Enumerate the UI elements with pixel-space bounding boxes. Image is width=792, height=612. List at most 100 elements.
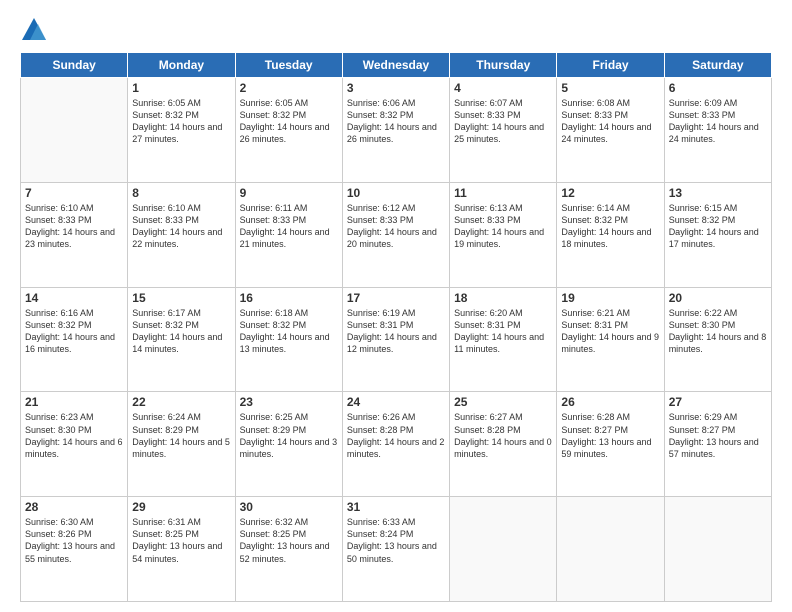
day-number: 16 <box>240 291 338 305</box>
calendar-cell: 31 Sunrise: 6:33 AMSunset: 8:24 PMDaylig… <box>342 497 449 602</box>
cell-content: Sunrise: 6:18 AMSunset: 8:32 PMDaylight:… <box>240 307 338 356</box>
calendar-cell: 20 Sunrise: 6:22 AMSunset: 8:30 PMDaylig… <box>664 287 771 392</box>
day-number: 27 <box>669 395 767 409</box>
calendar-cell: 28 Sunrise: 6:30 AMSunset: 8:26 PMDaylig… <box>21 497 128 602</box>
cell-content: Sunrise: 6:32 AMSunset: 8:25 PMDaylight:… <box>240 516 338 565</box>
cell-content: Sunrise: 6:07 AMSunset: 8:33 PMDaylight:… <box>454 97 552 146</box>
day-number: 31 <box>347 500 445 514</box>
calendar-cell: 27 Sunrise: 6:29 AMSunset: 8:27 PMDaylig… <box>664 392 771 497</box>
cell-content: Sunrise: 6:25 AMSunset: 8:29 PMDaylight:… <box>240 411 338 460</box>
day-number: 25 <box>454 395 552 409</box>
week-row-2: 7 Sunrise: 6:10 AMSunset: 8:33 PMDayligh… <box>21 182 772 287</box>
day-number: 6 <box>669 81 767 95</box>
calendar-cell: 18 Sunrise: 6:20 AMSunset: 8:31 PMDaylig… <box>450 287 557 392</box>
cell-content: Sunrise: 6:10 AMSunset: 8:33 PMDaylight:… <box>132 202 230 251</box>
day-header-saturday: Saturday <box>664 53 771 78</box>
cell-content: Sunrise: 6:05 AMSunset: 8:32 PMDaylight:… <box>132 97 230 146</box>
day-header-thursday: Thursday <box>450 53 557 78</box>
calendar-cell: 9 Sunrise: 6:11 AMSunset: 8:33 PMDayligh… <box>235 182 342 287</box>
day-number: 28 <box>25 500 123 514</box>
calendar-table: SundayMondayTuesdayWednesdayThursdayFrid… <box>20 52 772 602</box>
calendar-cell: 22 Sunrise: 6:24 AMSunset: 8:29 PMDaylig… <box>128 392 235 497</box>
calendar-cell: 24 Sunrise: 6:26 AMSunset: 8:28 PMDaylig… <box>342 392 449 497</box>
calendar-cell: 15 Sunrise: 6:17 AMSunset: 8:32 PMDaylig… <box>128 287 235 392</box>
calendar-cell <box>557 497 664 602</box>
calendar-cell: 16 Sunrise: 6:18 AMSunset: 8:32 PMDaylig… <box>235 287 342 392</box>
cell-content: Sunrise: 6:12 AMSunset: 8:33 PMDaylight:… <box>347 202 445 251</box>
calendar-cell: 23 Sunrise: 6:25 AMSunset: 8:29 PMDaylig… <box>235 392 342 497</box>
logo <box>20 16 52 44</box>
day-header-monday: Monday <box>128 53 235 78</box>
header <box>20 16 772 44</box>
page: SundayMondayTuesdayWednesdayThursdayFrid… <box>0 0 792 612</box>
calendar-cell: 11 Sunrise: 6:13 AMSunset: 8:33 PMDaylig… <box>450 182 557 287</box>
cell-content: Sunrise: 6:13 AMSunset: 8:33 PMDaylight:… <box>454 202 552 251</box>
day-number: 5 <box>561 81 659 95</box>
logo-icon <box>20 16 48 44</box>
calendar-cell: 30 Sunrise: 6:32 AMSunset: 8:25 PMDaylig… <box>235 497 342 602</box>
day-header-sunday: Sunday <box>21 53 128 78</box>
calendar-cell <box>21 78 128 183</box>
day-number: 26 <box>561 395 659 409</box>
day-number: 1 <box>132 81 230 95</box>
calendar-cell: 17 Sunrise: 6:19 AMSunset: 8:31 PMDaylig… <box>342 287 449 392</box>
day-number: 22 <box>132 395 230 409</box>
cell-content: Sunrise: 6:20 AMSunset: 8:31 PMDaylight:… <box>454 307 552 356</box>
cell-content: Sunrise: 6:27 AMSunset: 8:28 PMDaylight:… <box>454 411 552 460</box>
calendar-cell: 21 Sunrise: 6:23 AMSunset: 8:30 PMDaylig… <box>21 392 128 497</box>
calendar-cell: 7 Sunrise: 6:10 AMSunset: 8:33 PMDayligh… <box>21 182 128 287</box>
calendar-cell: 25 Sunrise: 6:27 AMSunset: 8:28 PMDaylig… <box>450 392 557 497</box>
calendar-cell: 13 Sunrise: 6:15 AMSunset: 8:32 PMDaylig… <box>664 182 771 287</box>
day-number: 10 <box>347 186 445 200</box>
day-number: 11 <box>454 186 552 200</box>
calendar-cell: 26 Sunrise: 6:28 AMSunset: 8:27 PMDaylig… <box>557 392 664 497</box>
cell-content: Sunrise: 6:28 AMSunset: 8:27 PMDaylight:… <box>561 411 659 460</box>
calendar-cell: 2 Sunrise: 6:05 AMSunset: 8:32 PMDayligh… <box>235 78 342 183</box>
header-row: SundayMondayTuesdayWednesdayThursdayFrid… <box>21 53 772 78</box>
calendar-cell: 5 Sunrise: 6:08 AMSunset: 8:33 PMDayligh… <box>557 78 664 183</box>
calendar-cell: 3 Sunrise: 6:06 AMSunset: 8:32 PMDayligh… <box>342 78 449 183</box>
week-row-3: 14 Sunrise: 6:16 AMSunset: 8:32 PMDaylig… <box>21 287 772 392</box>
cell-content: Sunrise: 6:10 AMSunset: 8:33 PMDaylight:… <box>25 202 123 251</box>
cell-content: Sunrise: 6:22 AMSunset: 8:30 PMDaylight:… <box>669 307 767 356</box>
cell-content: Sunrise: 6:31 AMSunset: 8:25 PMDaylight:… <box>132 516 230 565</box>
week-row-5: 28 Sunrise: 6:30 AMSunset: 8:26 PMDaylig… <box>21 497 772 602</box>
cell-content: Sunrise: 6:06 AMSunset: 8:32 PMDaylight:… <box>347 97 445 146</box>
cell-content: Sunrise: 6:05 AMSunset: 8:32 PMDaylight:… <box>240 97 338 146</box>
cell-content: Sunrise: 6:11 AMSunset: 8:33 PMDaylight:… <box>240 202 338 251</box>
day-number: 15 <box>132 291 230 305</box>
day-number: 18 <box>454 291 552 305</box>
day-number: 29 <box>132 500 230 514</box>
calendar-cell: 6 Sunrise: 6:09 AMSunset: 8:33 PMDayligh… <box>664 78 771 183</box>
cell-content: Sunrise: 6:19 AMSunset: 8:31 PMDaylight:… <box>347 307 445 356</box>
day-header-tuesday: Tuesday <box>235 53 342 78</box>
day-number: 21 <box>25 395 123 409</box>
cell-content: Sunrise: 6:21 AMSunset: 8:31 PMDaylight:… <box>561 307 659 356</box>
day-header-wednesday: Wednesday <box>342 53 449 78</box>
day-number: 9 <box>240 186 338 200</box>
calendar-cell: 14 Sunrise: 6:16 AMSunset: 8:32 PMDaylig… <box>21 287 128 392</box>
calendar-cell: 29 Sunrise: 6:31 AMSunset: 8:25 PMDaylig… <box>128 497 235 602</box>
calendar-cell: 4 Sunrise: 6:07 AMSunset: 8:33 PMDayligh… <box>450 78 557 183</box>
day-number: 24 <box>347 395 445 409</box>
day-number: 23 <box>240 395 338 409</box>
calendar-cell <box>664 497 771 602</box>
day-number: 3 <box>347 81 445 95</box>
calendar-cell: 19 Sunrise: 6:21 AMSunset: 8:31 PMDaylig… <box>557 287 664 392</box>
cell-content: Sunrise: 6:30 AMSunset: 8:26 PMDaylight:… <box>25 516 123 565</box>
day-number: 20 <box>669 291 767 305</box>
day-number: 30 <box>240 500 338 514</box>
week-row-4: 21 Sunrise: 6:23 AMSunset: 8:30 PMDaylig… <box>21 392 772 497</box>
calendar-cell: 8 Sunrise: 6:10 AMSunset: 8:33 PMDayligh… <box>128 182 235 287</box>
cell-content: Sunrise: 6:24 AMSunset: 8:29 PMDaylight:… <box>132 411 230 460</box>
cell-content: Sunrise: 6:23 AMSunset: 8:30 PMDaylight:… <box>25 411 123 460</box>
day-number: 14 <box>25 291 123 305</box>
week-row-1: 1 Sunrise: 6:05 AMSunset: 8:32 PMDayligh… <box>21 78 772 183</box>
day-number: 19 <box>561 291 659 305</box>
calendar-cell: 12 Sunrise: 6:14 AMSunset: 8:32 PMDaylig… <box>557 182 664 287</box>
calendar-cell <box>450 497 557 602</box>
day-number: 13 <box>669 186 767 200</box>
cell-content: Sunrise: 6:33 AMSunset: 8:24 PMDaylight:… <box>347 516 445 565</box>
cell-content: Sunrise: 6:26 AMSunset: 8:28 PMDaylight:… <box>347 411 445 460</box>
cell-content: Sunrise: 6:14 AMSunset: 8:32 PMDaylight:… <box>561 202 659 251</box>
